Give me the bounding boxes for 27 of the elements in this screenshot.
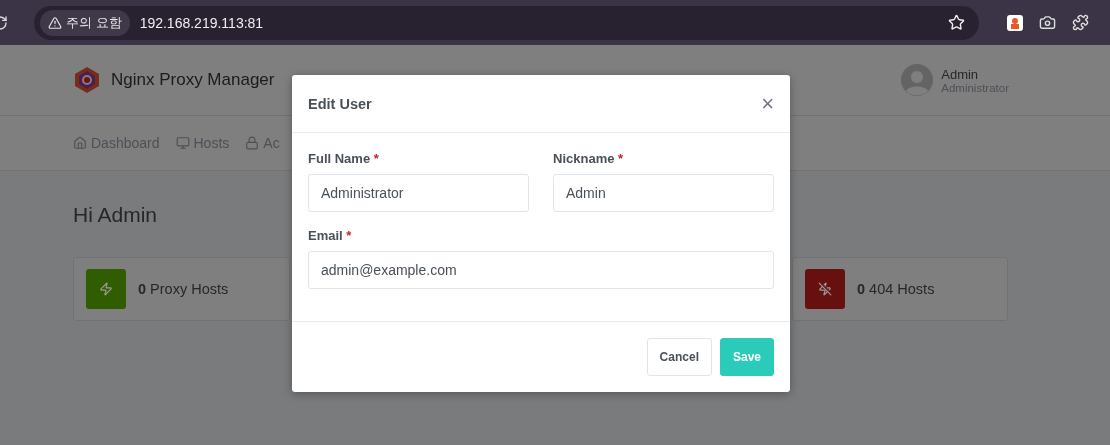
security-chip-text: 주의 요함	[66, 13, 122, 32]
security-chip[interactable]: 주의 요함	[40, 9, 130, 36]
field-label: Full Name *	[308, 151, 380, 166]
cancel-button[interactable]: Cancel	[646, 338, 712, 376]
extensions-icon[interactable]	[1072, 14, 1089, 31]
warning-icon	[48, 15, 62, 30]
logo-icon	[73, 66, 101, 94]
field-label: Nickname *	[553, 151, 625, 166]
camera-icon[interactable]	[1039, 14, 1056, 31]
text-field[interactable]: admin@example.com	[308, 251, 774, 289]
greeting: Hi Admin	[73, 203, 159, 227]
brand-name: Nginx Proxy Manager	[111, 70, 275, 90]
stat-text: 0 404 Hosts	[857, 281, 935, 297]
stat-text: 0 Proxy Hosts	[138, 281, 229, 297]
url-text: 192.168.219.113:81	[139, 14, 265, 31]
text-field[interactable]: Administrator	[308, 174, 529, 212]
field-label: Email *	[308, 228, 353, 243]
text-field[interactable]: Admin	[553, 174, 774, 212]
bookmark-star-icon[interactable]	[948, 14, 965, 31]
monitor-icon	[175, 136, 190, 150]
close-button[interactable]: ×	[761, 92, 774, 115]
lock-icon	[245, 136, 260, 150]
address-bar[interactable]: 주의 요함 192.168.219.113:81	[34, 5, 979, 40]
extension-icon[interactable]	[1007, 14, 1023, 31]
dialog-title: Edit User	[308, 95, 372, 112]
home-icon	[73, 136, 87, 150]
user-name: Admin	[941, 66, 980, 82]
